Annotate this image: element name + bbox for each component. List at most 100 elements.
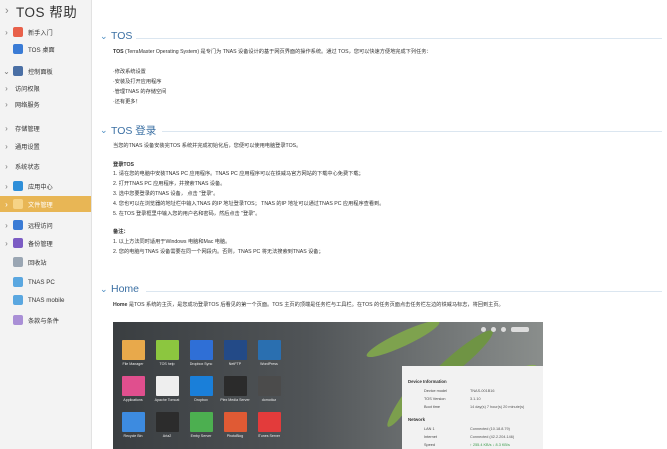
desktop-app-icon[interactable] <box>156 412 179 432</box>
desktop-app-label: Dropbox <box>194 398 208 402</box>
desktop-app-label: Dropbox Sync <box>189 362 213 366</box>
app-icon <box>13 238 23 248</box>
settings-icon[interactable] <box>491 327 496 332</box>
desktop-app-icon[interactable] <box>190 412 213 432</box>
sidebar-item-label: 远程访问 <box>28 222 53 230</box>
app-icon <box>13 66 23 76</box>
section-title: TOS <box>111 30 133 42</box>
desktop-app-icon[interactable] <box>122 340 145 360</box>
sidebar-item-label: 控制面板 <box>28 68 53 76</box>
list-item: ·修改系统设置 <box>113 69 146 75</box>
desktop-app-icon[interactable] <box>156 376 179 396</box>
list-item: 1. 以上方法同时适用于Windows 电脑和Mac 电脑。 <box>113 239 231 245</box>
desktop-app-icon[interactable] <box>190 340 213 360</box>
desktop-app-icon[interactable] <box>258 412 281 432</box>
section-header-tos[interactable]: ⌄ TOS <box>100 30 132 42</box>
desktop-app-icon[interactable] <box>122 412 145 432</box>
sidebar-item[interactable]: TOS 桌面 <box>0 41 91 57</box>
sidebar-item-label: 网络服务 <box>15 101 40 109</box>
list-item: 3. 选中您要登录的TNAS 设备， 点击 "登录"。 <box>113 191 219 197</box>
section-header-login[interactable]: ⌄ TOS 登录 <box>100 123 156 138</box>
chevron-down-icon[interactable]: ⌄ <box>100 284 111 295</box>
desktop-app-icon[interactable] <box>258 376 281 396</box>
sidebar-item-label: 访问权限 <box>15 85 40 93</box>
desktop-app-label: NetFTP <box>228 362 242 366</box>
app-icon <box>13 257 23 267</box>
chevron-right-icon[interactable]: › <box>5 5 13 17</box>
user-icon[interactable] <box>481 327 486 332</box>
app-icon <box>13 315 23 325</box>
sidebar-item-label: 新手入门 <box>28 29 53 37</box>
sidebar-item-label: 系统状态 <box>15 163 40 171</box>
home-screenshot: File Manager TOS help Dropbox Sync NetFTP Wo… <box>113 322 543 449</box>
list-item: 1. 请在您的电脑中安装TNAS PC 应用程序。TNAS PC 应用程序可以在… <box>113 171 364 177</box>
device-info-panel: Device Information Device model TNAS-001… <box>402 366 543 449</box>
desktop-app-icon[interactable] <box>224 376 247 396</box>
chevron-icon: › <box>5 99 8 109</box>
app-icon <box>13 220 23 230</box>
divider <box>162 131 662 132</box>
paragraph: Home 是TOS 系统的主页，是您成功登录TOS 后看见的第一个页面。TOS … <box>113 302 504 308</box>
desktop-app-label: Apache Tomcat <box>154 398 180 402</box>
chevron-icon: › <box>5 238 8 248</box>
sidebar-item[interactable]: › 通用设置 <box>0 138 91 154</box>
paragraph: 当您的TNAS 设备安装完TOS 系统并完成初始化后，您便可以使用电脑登录TOS… <box>113 143 302 149</box>
chevron-icon: › <box>5 27 8 37</box>
sidebar-item[interactable]: 回收站 <box>0 254 91 270</box>
app-icon <box>13 199 23 209</box>
sidebar-item[interactable]: 条款与条件 <box>0 312 91 328</box>
sidebar-item[interactable]: › 访问权限 <box>0 80 91 96</box>
sidebar-item[interactable]: › 系统状态 <box>0 158 91 174</box>
app-icon <box>13 44 23 54</box>
sidebar-item[interactable]: › 应用中心 <box>0 178 91 194</box>
sidebar-item[interactable]: › 新手入门 <box>0 24 91 40</box>
list-item: ·还有更多！ <box>113 99 141 105</box>
desktop-app-icon[interactable] <box>258 340 281 360</box>
list-item: 2. 您的电脑与TNAS 设备需要在同一个网段内。否则，TNAS PC 将无法搜… <box>113 249 324 255</box>
section-title: TOS 登录 <box>111 125 157 137</box>
sidebar-item-label: TNAS mobile <box>28 296 65 304</box>
desktop-app-icon[interactable] <box>122 376 145 396</box>
chevron-icon: ⌄ <box>3 66 10 76</box>
chevron-icon: › <box>5 123 8 133</box>
sidebar-item-label: 条款与条件 <box>28 317 59 325</box>
app-icon <box>13 27 23 37</box>
chevron-icon: › <box>5 141 8 151</box>
desktop-app-icon[interactable] <box>224 412 247 432</box>
desktop-app-icon[interactable] <box>224 340 247 360</box>
desktop-app-icon[interactable] <box>190 376 213 396</box>
desktop-app-label: TOS help <box>159 362 175 366</box>
chevron-down-icon[interactable]: ⌄ <box>100 31 111 42</box>
notification-icon[interactable] <box>501 327 506 332</box>
list-item: ·管理TNAS 的存储空间 <box>113 89 167 95</box>
user-menu[interactable] <box>511 327 529 332</box>
sidebar-item[interactable]: TNAS PC <box>0 274 91 290</box>
help-content: ⌄ TOS TOS (TerraMaster Operating System)… <box>92 0 667 449</box>
steps-title: 登录TOS <box>113 162 134 168</box>
sidebar-item[interactable]: TNAS mobile <box>0 292 91 308</box>
sidebar-item[interactable]: ⌄ 控制面板 <box>0 63 91 79</box>
sidebar-item-label: 存储管理 <box>15 125 40 133</box>
desktop-app-icon[interactable] <box>156 340 179 360</box>
sidebar-item-label: TNAS PC <box>28 278 55 286</box>
app-icon <box>13 181 23 191</box>
app-icon <box>13 295 23 305</box>
chevron-down-icon[interactable]: ⌄ <box>100 125 111 136</box>
list-item: 5. 在TOS 登录框里中输入您的用户名和密码，然后点击 "登录"。 <box>113 211 261 217</box>
app-title: › TOS 帮助 <box>5 5 78 20</box>
desktop-app-label: PhotoBlog <box>226 434 244 438</box>
section-header-home[interactable]: ⌄ Home <box>100 283 139 295</box>
sidebar-item[interactable]: › 网络服务 <box>0 96 91 112</box>
sidebar-item[interactable]: › 文件管理 <box>0 196 91 212</box>
app-icon <box>13 277 23 287</box>
chevron-icon: › <box>5 220 8 230</box>
sidebar-item-label: 文件管理 <box>28 201 53 209</box>
desktop-app-label: Aria2 <box>162 434 172 438</box>
desktop-app-label: Emby Server <box>190 434 212 438</box>
desktop-app-label: File Manager <box>122 362 144 366</box>
paragraph: TOS (TerraMaster Operating System) 是专门为 … <box>113 49 432 55</box>
sidebar-item-label: 通用设置 <box>15 143 40 151</box>
sidebar-item[interactable]: › 远程访问 <box>0 217 91 233</box>
sidebar-item[interactable]: › 存储管理 <box>0 120 91 136</box>
sidebar-item[interactable]: › 备份管理 <box>0 235 91 251</box>
